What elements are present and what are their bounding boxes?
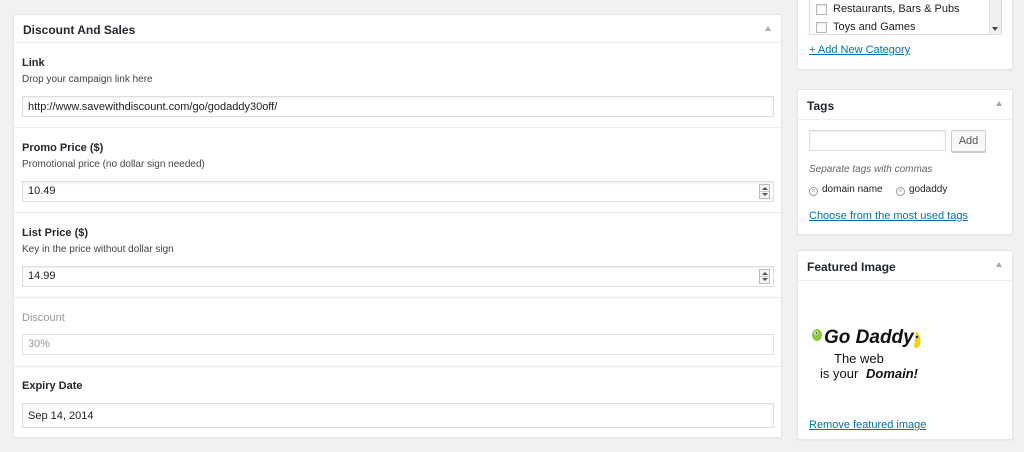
- promo-price-input[interactable]: 10.49: [22, 181, 774, 202]
- promo-price-label: Promo Price ($): [22, 142, 104, 154]
- spin-up-icon[interactable]: [762, 272, 768, 275]
- tags-metabox: Tags Add Separate tags with commas × doma…: [797, 89, 1013, 235]
- category-item[interactable]: Restaurants, Bars & Pubs: [816, 3, 960, 15]
- featured-image-header[interactable]: Featured Image: [798, 251, 1012, 281]
- list-price-value: 14.99: [28, 270, 56, 282]
- discount-field: 30%: [22, 334, 774, 355]
- remove-featured-image-link[interactable]: Remove featured image: [809, 419, 926, 431]
- new-tag-input[interactable]: [809, 130, 946, 151]
- scroll-down-icon[interactable]: [992, 27, 998, 31]
- tag-item: × domain name: [809, 184, 883, 196]
- tags-title: Tags: [807, 99, 835, 113]
- discount-value: 30%: [28, 338, 51, 350]
- category-checkbox[interactable]: [816, 4, 827, 15]
- tags-hint: Separate tags with commas: [809, 164, 933, 175]
- featured-image-title: Featured Image: [807, 260, 896, 274]
- godaddy-logo-image[interactable]: Go Daddy The web is your Domain!: [810, 321, 926, 391]
- remove-tag-icon[interactable]: ×: [896, 187, 905, 196]
- spin-down-icon[interactable]: [762, 193, 768, 196]
- list-price-input[interactable]: 14.99: [22, 266, 774, 287]
- collapse-arrow-icon[interactable]: [765, 26, 771, 31]
- list-price-description: Key in the price without dollar sign: [22, 244, 174, 255]
- tag-label: domain name: [822, 184, 883, 195]
- metabox-header[interactable]: Discount And Sales: [14, 15, 781, 43]
- logo-line3-text: Domain!: [866, 366, 919, 381]
- divider: [14, 212, 781, 213]
- logo-line2-text: is your: [820, 366, 859, 381]
- tag-item: × godaddy: [896, 184, 947, 196]
- add-new-category-link[interactable]: + Add New Category: [809, 44, 910, 56]
- number-spinner[interactable]: [759, 184, 770, 199]
- spin-down-icon[interactable]: [762, 278, 768, 281]
- spin-up-icon[interactable]: [762, 187, 768, 190]
- remove-tag-icon[interactable]: ×: [809, 187, 818, 196]
- checklist-scrollbar[interactable]: [989, 0, 1001, 34]
- link-label: Link: [22, 57, 45, 69]
- promo-price-description: Promotional price (no dollar sign needed…: [22, 159, 205, 170]
- collapse-arrow-icon[interactable]: [996, 262, 1002, 267]
- divider: [14, 297, 781, 298]
- list-price-label: List Price ($): [22, 227, 89, 239]
- tag-label: godaddy: [909, 184, 948, 195]
- discount-sales-metabox: Discount And Sales Link Drop your campai…: [13, 14, 782, 438]
- divider: [14, 366, 781, 367]
- number-spinner[interactable]: [759, 269, 770, 284]
- link-description: Drop your campaign link here: [22, 74, 153, 85]
- most-used-tags-link[interactable]: Choose from the most used tags: [809, 210, 968, 222]
- collapse-arrow-icon[interactable]: [996, 101, 1002, 106]
- category-checklist[interactable]: Restaurants, Bars & Pubs Toys and Games: [809, 0, 1002, 35]
- category-label: Toys and Games: [833, 21, 916, 33]
- discount-label: Discount: [22, 312, 65, 324]
- metabox-title: Discount And Sales: [23, 23, 136, 37]
- promo-price-value: 10.49: [28, 185, 56, 197]
- category-label: Restaurants, Bars & Pubs: [833, 3, 960, 15]
- categories-metabox: Restaurants, Bars & Pubs Toys and Games …: [797, 0, 1013, 70]
- logo-title-text: Go Daddy: [824, 327, 915, 348]
- add-tag-button[interactable]: Add: [951, 130, 986, 152]
- expiry-date-label: Expiry Date: [22, 380, 83, 392]
- featured-image-metabox: Featured Image Go Daddy The web is your …: [797, 250, 1013, 440]
- logo-line1-text: The web: [834, 351, 884, 366]
- expiry-date-input[interactable]: [22, 403, 774, 428]
- tags-header[interactable]: Tags: [798, 90, 1012, 120]
- category-checkbox[interactable]: [816, 22, 827, 33]
- link-input[interactable]: [22, 96, 774, 117]
- divider: [14, 127, 781, 128]
- category-item[interactable]: Toys and Games: [816, 21, 916, 33]
